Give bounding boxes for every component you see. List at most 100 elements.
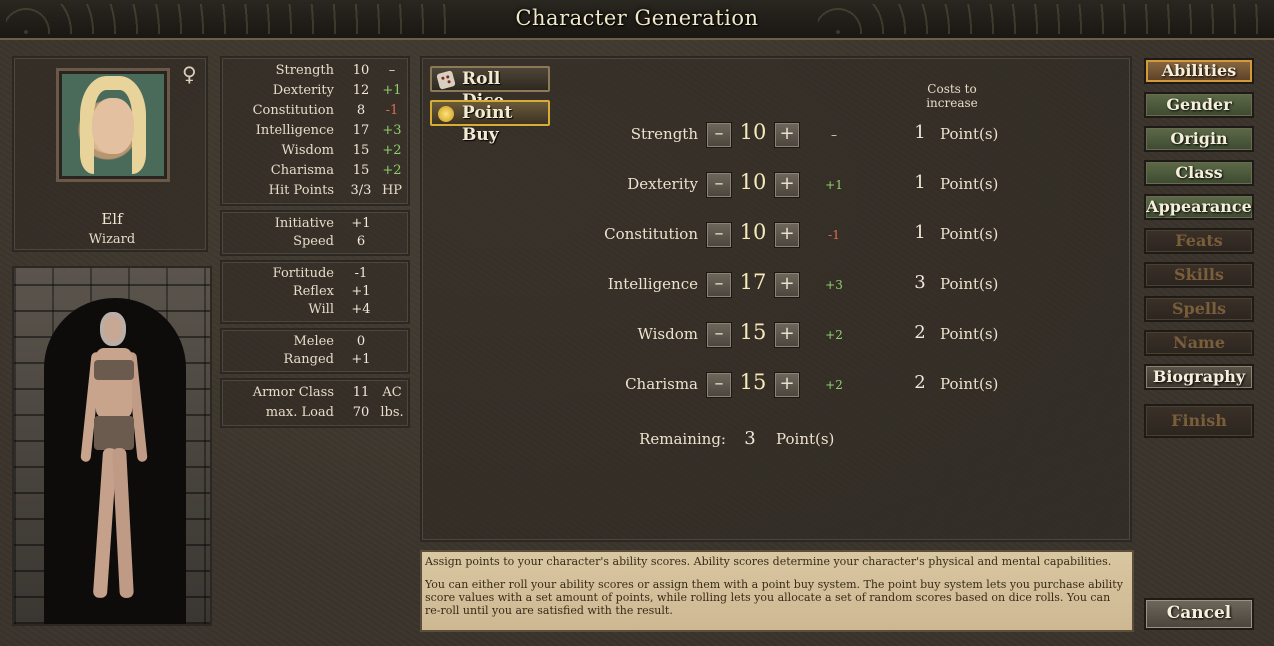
stat-label: Hit Points bbox=[268, 183, 334, 198]
stat-label: Charisma bbox=[270, 163, 334, 178]
stat-value: 15 bbox=[352, 143, 370, 158]
nav-step-appearance[interactable]: Appearance bbox=[1144, 194, 1254, 220]
ability-score: 15 bbox=[739, 320, 767, 344]
stats-summary: Strength 10 – Dexterity 12 +1 Constitution 8 -1 I… bbox=[220, 56, 410, 432]
ability-name: Strength bbox=[630, 125, 698, 143]
ability-modifier: -1 bbox=[828, 228, 840, 242]
ability-score: 15 bbox=[739, 370, 767, 394]
female-symbol-icon: ♀ bbox=[182, 62, 197, 86]
stat-modifier: – bbox=[388, 63, 396, 78]
ability-score: 17 bbox=[739, 270, 767, 294]
stat-row-charisma: Charisma 15 +2 bbox=[222, 161, 408, 181]
stat-row-dexterity: Dexterity 12 +1 bbox=[222, 81, 408, 101]
nav-step-abilities[interactable]: Abilities bbox=[1144, 58, 1254, 84]
decrease-charisma-button[interactable]: – bbox=[706, 372, 732, 398]
ability-summary-group: Strength 10 – Dexterity 12 +1 Constitution 8 -1 I… bbox=[220, 56, 410, 206]
portrait-face bbox=[92, 98, 134, 154]
cost-unit: Point(s) bbox=[940, 175, 999, 193]
cost-unit: Point(s) bbox=[940, 375, 999, 393]
stat-row-melee: Melee 0 bbox=[293, 334, 366, 349]
dice-icon bbox=[436, 70, 456, 90]
stat-modifier: -1 bbox=[385, 103, 399, 118]
ability-row-charisma: Charisma –15 + +2 2 Point(s) bbox=[422, 370, 1134, 400]
race-label: Elf bbox=[101, 210, 123, 228]
costs-to-increase-header: Costs to increase bbox=[926, 82, 978, 110]
cancel-button[interactable]: Cancel bbox=[1144, 598, 1254, 630]
increase-cost: 2 bbox=[914, 322, 926, 343]
stat-row-fortitude: Fortitude -1 bbox=[272, 266, 368, 281]
decrease-strength-button[interactable]: – bbox=[706, 122, 732, 148]
increase-cost: 2 bbox=[914, 372, 926, 393]
increase-intelligence-button[interactable]: + bbox=[774, 272, 800, 298]
portrait-frame[interactable] bbox=[56, 68, 170, 182]
character-portrait bbox=[62, 74, 164, 176]
stat-row-wisdom: Wisdom 15 +2 bbox=[222, 141, 408, 161]
ability-name: Wisdom bbox=[637, 325, 698, 343]
ability-modifier: +1 bbox=[825, 178, 843, 192]
nav-step-class[interactable]: Class bbox=[1144, 160, 1254, 186]
nav-step-biography[interactable]: Biography bbox=[1144, 364, 1254, 390]
help-paragraph-2: You can either roll your ability scores … bbox=[425, 578, 1123, 617]
ability-row-strength: Strength –10 + –1 Point(s) bbox=[422, 120, 1134, 150]
portrait-panel: ♀ Elf Wizard bbox=[12, 56, 208, 252]
increase-wisdom-button[interactable]: + bbox=[774, 322, 800, 348]
increase-cost: 1 bbox=[914, 222, 926, 243]
cost-unit: Point(s) bbox=[940, 125, 999, 143]
stat-modifier: +1 bbox=[382, 83, 402, 98]
character-model bbox=[80, 312, 148, 602]
increase-charisma-button[interactable]: + bbox=[774, 372, 800, 398]
ability-assignment-panel: Roll Dice Point Buy Costs to increase Re… bbox=[420, 56, 1132, 542]
stat-row-max-load: max. Load 70 lbs. bbox=[265, 405, 404, 420]
stat-modifier: +2 bbox=[382, 143, 402, 158]
stat-value: 17 bbox=[352, 123, 370, 138]
increase-strength-button[interactable]: + bbox=[774, 122, 800, 148]
nav-step-spells: Spells bbox=[1144, 296, 1254, 322]
ability-row-dexterity: Dexterity –10 + +1 1 Point(s) bbox=[422, 170, 1134, 200]
roll-dice-button[interactable]: Roll Dice bbox=[430, 66, 550, 111]
cost-unit: Point(s) bbox=[940, 325, 999, 343]
increase-constitution-button[interactable]: + bbox=[774, 222, 800, 248]
decrease-dexterity-button[interactable]: – bbox=[706, 172, 732, 198]
character-model-preview[interactable] bbox=[12, 266, 212, 626]
stat-row-hit-points: Hit Points 3/3 HP bbox=[222, 181, 408, 201]
window-title: Character Generation bbox=[515, 6, 759, 30]
character-generation-window: Character Generation ♀ Elf Wizard Streng… bbox=[0, 0, 1274, 646]
cost-unit: Point(s) bbox=[940, 275, 999, 293]
class-label: Wizard bbox=[88, 232, 136, 247]
initiative-speed-group: Initiative +1 Speed 6 bbox=[220, 210, 410, 256]
ability-name: Dexterity bbox=[627, 175, 698, 193]
stat-row-speed: Speed 6 bbox=[293, 234, 366, 249]
stat-modifier: HP bbox=[381, 183, 403, 198]
ability-modifier: +3 bbox=[825, 278, 843, 292]
stat-row-constitution: Constitution 8 -1 bbox=[222, 101, 408, 121]
remaining-points: Remaining: 3 Point(s) bbox=[639, 428, 835, 449]
defense-load-group: Armor Class 11 AC max. Load 70 lbs. bbox=[220, 378, 410, 428]
stat-label: Constitution bbox=[252, 103, 334, 118]
nav-step-gender[interactable]: Gender bbox=[1144, 92, 1254, 118]
stat-value: 10 bbox=[352, 63, 370, 78]
increase-cost: 1 bbox=[914, 122, 926, 143]
ability-name: Constitution bbox=[604, 225, 698, 243]
title-bar: Character Generation bbox=[0, 0, 1274, 40]
nav-step-origin[interactable]: Origin bbox=[1144, 126, 1254, 152]
stat-label: Intelligence bbox=[255, 123, 334, 138]
remaining-points-value: 3 bbox=[744, 428, 756, 449]
decrease-constitution-button[interactable]: – bbox=[706, 222, 732, 248]
increase-dexterity-button[interactable]: + bbox=[774, 172, 800, 198]
saves-group: Fortitude -1 Reflex +1 Will +4 bbox=[220, 260, 410, 324]
decrease-wisdom-button[interactable]: – bbox=[706, 322, 732, 348]
ability-modifier: +2 bbox=[825, 328, 843, 342]
stat-row-armor-class: Armor Class 11 AC bbox=[252, 385, 402, 400]
stat-value: 8 bbox=[356, 103, 366, 118]
stat-row-ranged: Ranged +1 bbox=[283, 352, 371, 367]
decrease-intelligence-button[interactable]: – bbox=[706, 272, 732, 298]
finish-button: Finish bbox=[1144, 404, 1254, 438]
nav-step-name: Name bbox=[1144, 330, 1254, 356]
stat-row-strength: Strength 10 – bbox=[222, 61, 408, 81]
stat-label: Wisdom bbox=[281, 143, 334, 158]
help-paragraph-1: Assign points to your character's abilit… bbox=[425, 555, 1112, 568]
ability-row-intelligence: Intelligence –17 + +3 3 Point(s) bbox=[422, 270, 1134, 300]
stat-row-intelligence: Intelligence 17 +3 bbox=[222, 121, 408, 141]
ability-row-constitution: Constitution –10 + -1 1 Point(s) bbox=[422, 220, 1134, 250]
ability-modifier: +2 bbox=[825, 378, 843, 392]
